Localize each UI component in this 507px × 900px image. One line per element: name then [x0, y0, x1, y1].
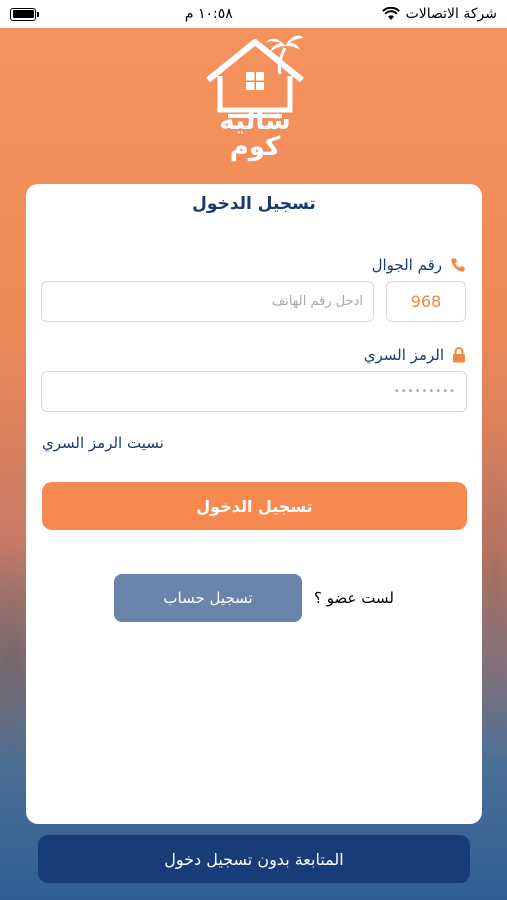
forgot-password-link[interactable]: نسيت الرمز السري — [42, 434, 164, 452]
register-button[interactable]: تسجيل حساب — [114, 574, 302, 622]
logo-text: شاليه كوم — [200, 108, 310, 160]
carrier-name: شركة الاتصالات — [405, 6, 497, 22]
phone-label: رقم الجوال — [371, 256, 442, 274]
password-label-row: الرمز السري — [364, 346, 466, 364]
password-placeholder: ••••••••• — [393, 386, 456, 397]
wifi-icon — [381, 7, 400, 20]
page-title: تسجيل الدخول — [192, 194, 316, 214]
status-bar: ١٠:٥٨ م شركة الاتصالات — [0, 0, 507, 28]
phone-placeholder: ادخل رقم الهاتف — [271, 294, 363, 309]
phone-icon — [451, 258, 465, 272]
status-carrier-group: شركة الاتصالات — [381, 6, 497, 22]
password-input[interactable]: ••••••••• — [41, 371, 467, 412]
login-card: تسجيل الدخول رقم الجوال 968 ادخل رقم اله… — [26, 184, 482, 824]
register-row: تسجيل حساب لست عضو ؟ — [114, 574, 394, 622]
status-time: ١٠:٥٨ م — [184, 6, 233, 22]
phone-input[interactable]: ادخل رقم الهاتف — [41, 281, 374, 322]
lock-icon — [453, 347, 465, 363]
continue-as-guest-button[interactable]: المتابعة بدون تسجيل دخول — [38, 835, 470, 883]
login-button[interactable]: تسجيل الدخول — [42, 482, 467, 530]
logo-text-line2: كوم — [229, 132, 281, 162]
battery-icon — [10, 7, 39, 21]
password-label: الرمز السري — [363, 346, 444, 364]
country-code-field[interactable]: 968 — [386, 281, 466, 322]
not-member-text: لست عضو ؟ — [314, 589, 394, 607]
phone-label-row: رقم الجوال — [372, 256, 466, 274]
logo-text-line1: شاليه — [219, 106, 291, 136]
